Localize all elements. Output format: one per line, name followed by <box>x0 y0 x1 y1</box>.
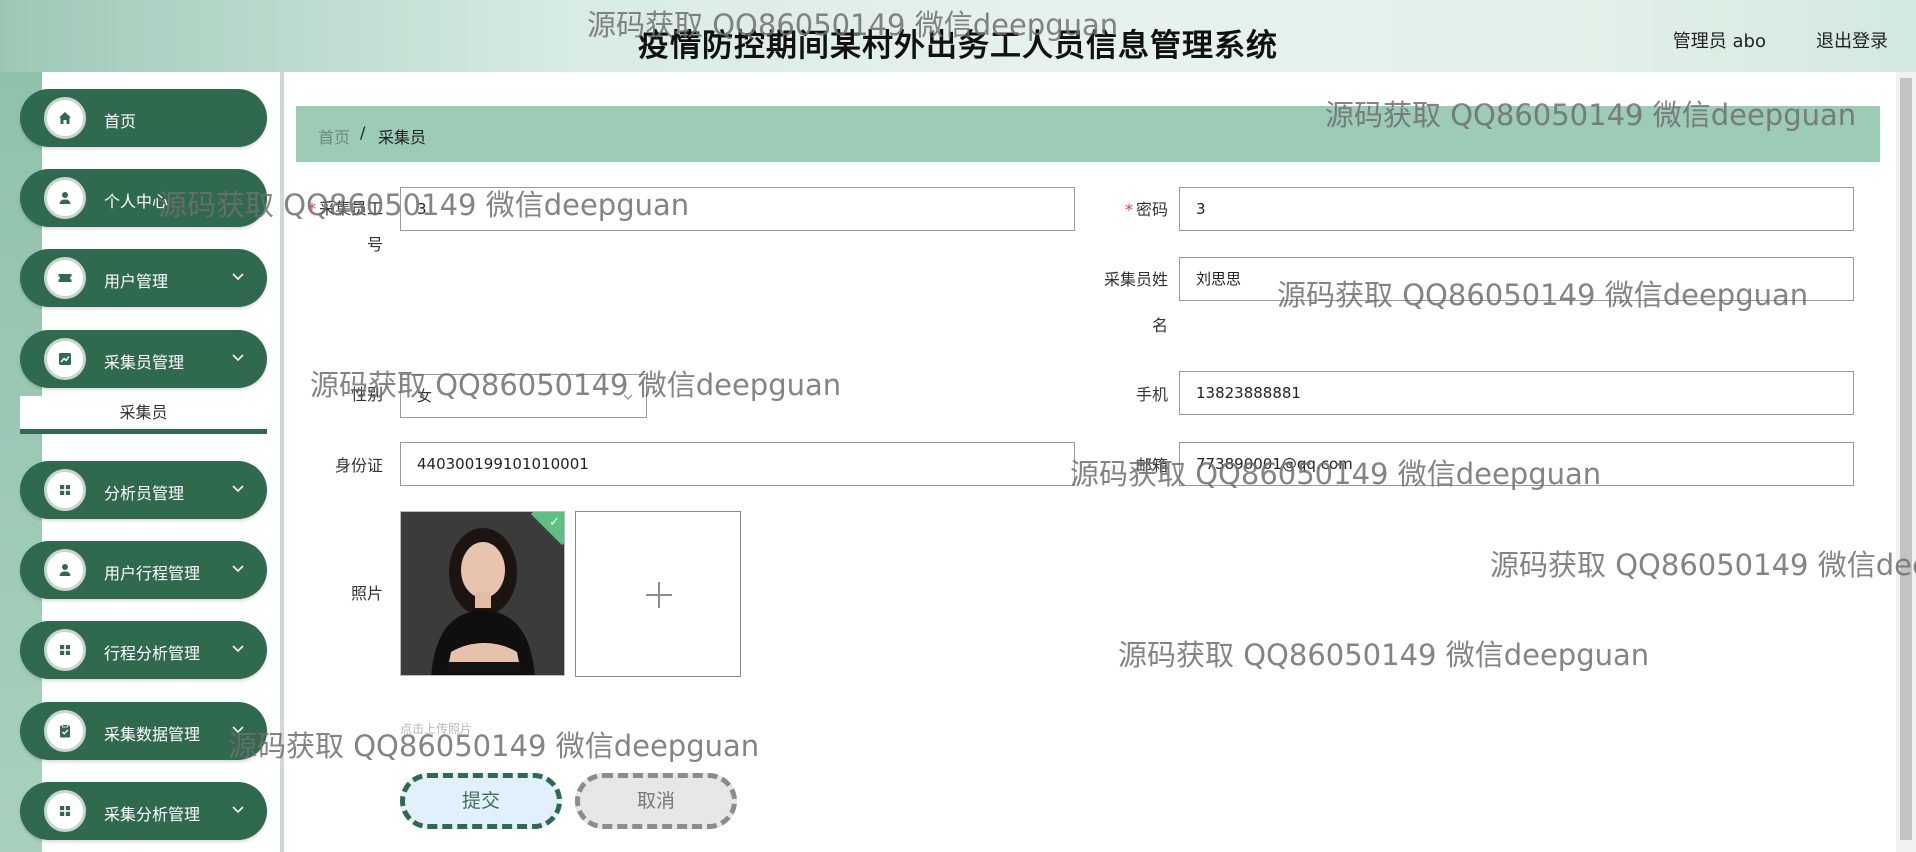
password-label: * 密码 <box>1124 200 1168 219</box>
sidebar-item-label: 用户行程管理 <box>104 564 201 583</box>
gender-label: 性别 <box>350 385 383 404</box>
sidebar-item-label: 行程分析管理 <box>104 644 201 663</box>
current-user-label: 管理员 abo <box>1672 31 1766 52</box>
person-icon <box>44 549 86 591</box>
sidebar-subitem-collector[interactable]: 采集员 <box>20 396 267 434</box>
sidebar-item-label: 个人中心 <box>104 192 169 211</box>
id-card-label: 身份证 <box>334 456 383 475</box>
sidebar-item-label: 用户管理 <box>104 272 169 291</box>
watermark-text: 源码获取 QQ86050149 微信deepguan <box>228 729 760 763</box>
chevron-down-icon <box>232 565 244 573</box>
sidebar-item-trip-analysis-management[interactable]: 行程分析管理 <box>20 621 267 679</box>
breadcrumb-separator: / <box>360 123 366 142</box>
logout-link[interactable]: 退出登录 <box>1816 27 1888 53</box>
id-card-field[interactable]: 440300199101010001 <box>400 442 1075 486</box>
sidebar-item-analyst-management[interactable]: 分析员管理 <box>20 461 267 519</box>
chevron-down-icon <box>232 645 244 653</box>
chart-icon <box>44 338 86 380</box>
sidebar-item-home[interactable]: 首页 <box>20 89 267 147</box>
chevron-down-icon <box>232 726 244 734</box>
email-label: 邮箱 <box>1135 456 1168 475</box>
gender-selected-value: 女 <box>417 387 433 405</box>
photo-label: 照片 <box>350 584 383 603</box>
sidebar-item-profile[interactable]: 个人中心 <box>20 169 267 227</box>
sidebar-item-user-trip-management[interactable]: 用户行程管理 <box>20 541 267 599</box>
phone-field[interactable]: 13823888881 <box>1179 371 1854 415</box>
clipboard-icon <box>44 710 86 752</box>
submit-button[interactable]: 提交 <box>400 773 562 829</box>
grid-icon <box>44 629 86 671</box>
top-header: 疫情防控期间某村外出务工人员信息管理系统 管理员 abo 退出登录 <box>0 0 1916 72</box>
plus-icon <box>646 582 672 608</box>
app-title: 疫情防控期间某村外出务工人员信息管理系统 <box>638 28 1278 64</box>
portrait-image <box>401 512 564 675</box>
chevron-down-icon <box>232 354 244 362</box>
collector-name-field[interactable]: 刘思思 <box>1179 257 1854 301</box>
cancel-button[interactable]: 取消 <box>575 773 737 829</box>
scrollbar-thumb[interactable] <box>1900 78 1912 840</box>
chevron-down-icon <box>232 273 244 281</box>
breadcrumb: 首页 / 采集员 <box>296 106 1880 162</box>
sidebar-item-user-management[interactable]: 用户管理 <box>20 249 267 307</box>
check-icon: ✓ <box>549 515 560 530</box>
uploaded-photo-thumbnail[interactable]: ✓ <box>400 511 565 676</box>
sidebar-item-collected-data-management[interactable]: 采集数据管理 <box>20 702 267 760</box>
upload-photo-button[interactable] <box>575 511 741 677</box>
chevron-down-icon <box>232 806 244 814</box>
grid-icon <box>44 790 86 832</box>
breadcrumb-current: 采集员 <box>378 128 427 147</box>
sidebar-item-label: 首页 <box>104 112 137 131</box>
sidebar-item-collector-management[interactable]: 采集员管理 <box>20 330 267 388</box>
sidebar-item-collection-analysis-management[interactable]: 采集分析管理 <box>20 782 267 840</box>
email-field[interactable]: 773890001@qq.com <box>1179 442 1854 486</box>
ticket-icon <box>44 257 86 299</box>
gender-select[interactable]: 女 <box>400 374 647 418</box>
watermark-text: 源码获取 QQ86050149 微信deepguan <box>1490 548 1916 582</box>
sidebar-subitem-label: 采集员 <box>119 403 168 422</box>
password-field[interactable]: 3 <box>1179 187 1854 231</box>
main-scrollbar[interactable] <box>1896 72 1916 852</box>
person-icon <box>44 177 86 219</box>
sidebar-scrollbar[interactable] <box>280 72 284 852</box>
sidebar: 首页 个人中心 用户管理 采集员管理 采集员 分析员管理 用户行程管理 行程分析… <box>0 72 284 852</box>
upload-hint: 点击上传照片 <box>400 722 473 736</box>
collector-no-label: * 采集员工 号 <box>307 199 383 254</box>
breadcrumb-home-link[interactable]: 首页 <box>318 124 350 148</box>
sidebar-item-label: 采集数据管理 <box>104 725 201 744</box>
home-icon <box>44 97 86 139</box>
sidebar-item-label: 分析员管理 <box>104 484 185 503</box>
grid-icon <box>44 469 86 511</box>
collector-name-label: 采集员姓 名 <box>1103 270 1168 335</box>
phone-label: 手机 <box>1135 385 1168 404</box>
sidebar-item-label: 采集员管理 <box>104 353 185 372</box>
watermark-text: 源码获取 QQ86050149 微信deepguan <box>1118 638 1650 672</box>
chevron-down-icon <box>623 394 633 400</box>
collector-no-field[interactable]: 3 <box>400 187 1075 231</box>
sidebar-item-label: 采集分析管理 <box>104 805 201 824</box>
chevron-down-icon <box>232 485 244 493</box>
